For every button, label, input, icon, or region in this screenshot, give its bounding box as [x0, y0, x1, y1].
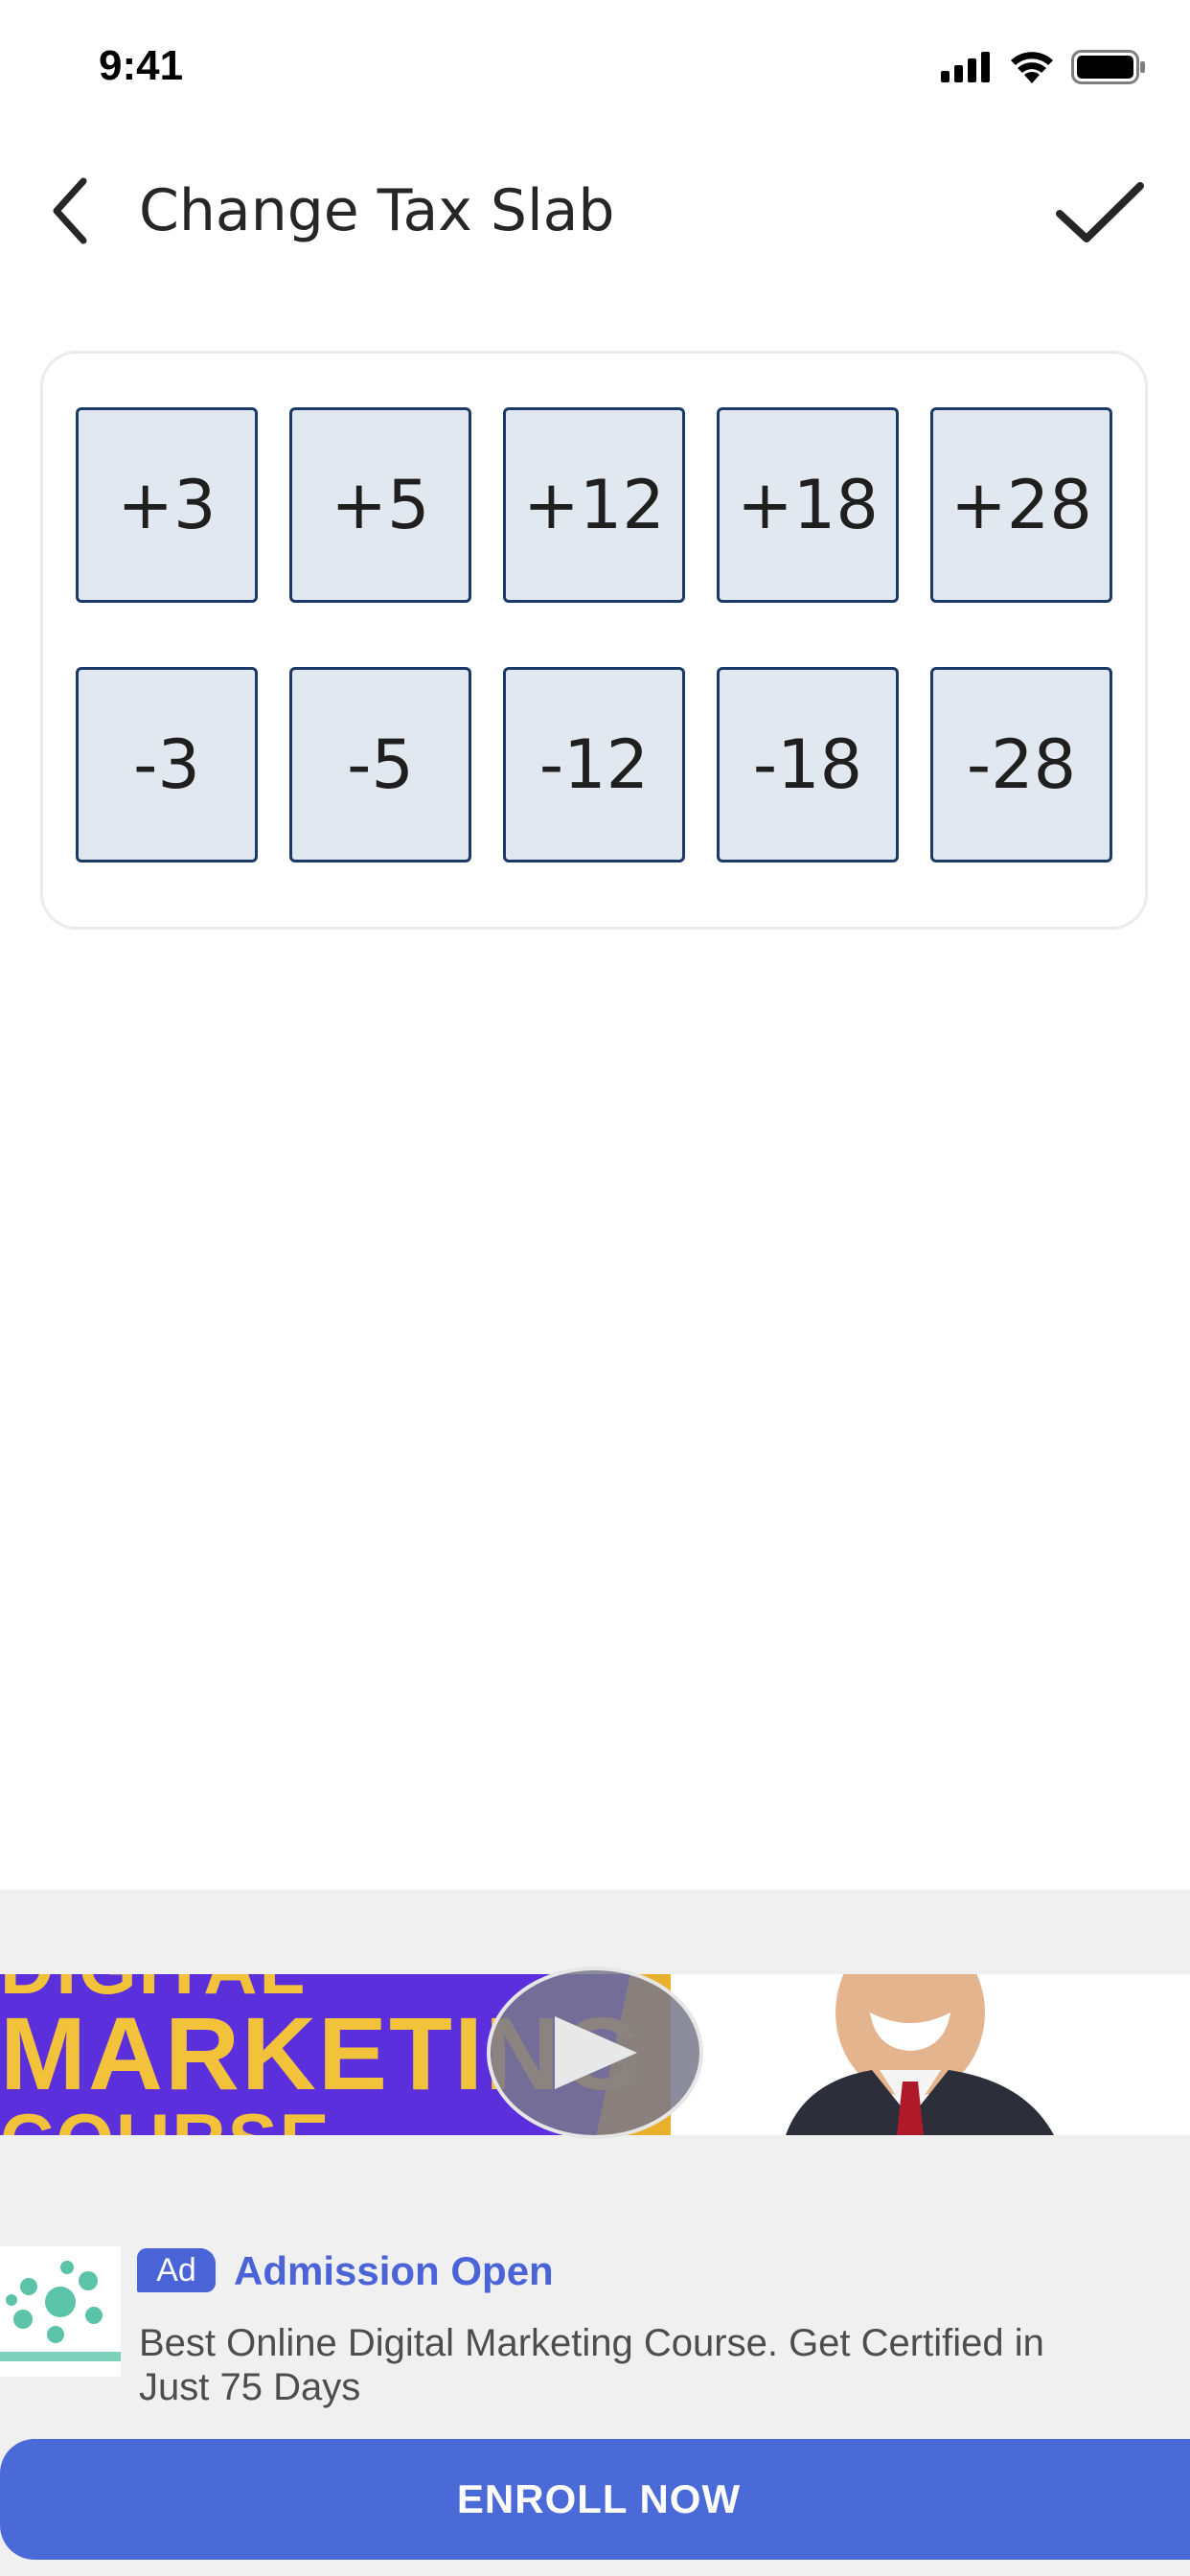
advertiser-logo-icon — [0, 2261, 121, 2361]
status-icons — [941, 50, 1146, 84]
decrease-slab-row: -3 -5 -12 -18 -28 — [76, 667, 1112, 862]
header: Change Tax Slab — [0, 153, 1190, 268]
presenter-photo — [786, 1974, 1054, 2135]
back-button[interactable] — [36, 174, 103, 247]
battery-icon — [1071, 50, 1145, 84]
wifi-icon — [1011, 52, 1053, 83]
slab-button-plus-3[interactable]: +3 — [76, 407, 258, 603]
slab-button-minus-12[interactable]: -12 — [503, 667, 685, 862]
slab-button-minus-28[interactable]: -28 — [930, 667, 1112, 862]
slab-button-plus-5[interactable]: +5 — [289, 407, 471, 603]
banner-text-line-3: COURSE — [0, 2097, 332, 2135]
status-time: 9:41 — [99, 42, 184, 89]
chevron-left-icon — [53, 177, 87, 244]
advertiser-logo[interactable] — [0, 2246, 121, 2377]
slab-button-plus-18[interactable]: +18 — [717, 407, 899, 603]
slab-button-plus-12[interactable]: +12 — [503, 407, 685, 603]
confirm-button[interactable] — [1052, 165, 1148, 261]
page-title: Change Tax Slab — [139, 177, 615, 244]
play-icon — [555, 2016, 637, 2089]
enroll-now-button[interactable]: ENROLL NOW — [0, 2439, 1190, 2560]
slab-button-minus-3[interactable]: -3 — [76, 667, 258, 862]
ad-badge: Ad — [137, 2248, 216, 2292]
increase-slab-row: +3 +5 +12 +18 +28 — [76, 407, 1112, 603]
play-video-button[interactable] — [487, 1966, 703, 2139]
slab-button-minus-18[interactable]: -18 — [717, 667, 899, 862]
ad-description: Best Online Digital Marketing Course. Ge… — [139, 2322, 1044, 2408]
tax-slab-card: +3 +5 +12 +18 +28 -3 -5 -12 -18 -28 — [40, 351, 1148, 930]
ad-headline[interactable]: Admission Open — [234, 2248, 554, 2294]
slab-button-plus-28[interactable]: +28 — [930, 407, 1112, 603]
status-bar: 9:41 — [0, 0, 1190, 134]
checkmark-icon — [1056, 182, 1144, 242]
slab-button-minus-5[interactable]: -5 — [289, 667, 471, 862]
cellular-signal-icon — [941, 52, 990, 82]
